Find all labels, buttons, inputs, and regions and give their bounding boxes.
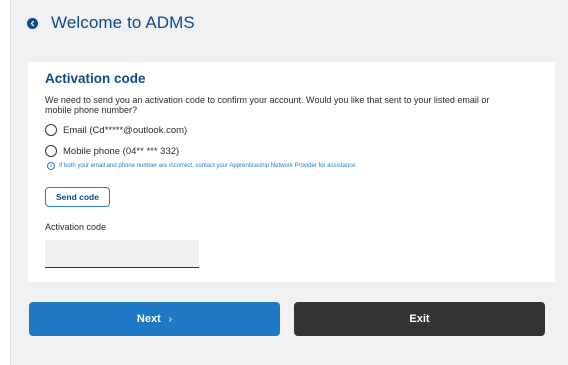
mobile-option[interactable]: Mobile phone (04** *** 332) [45, 145, 179, 157]
next-button-label: Next [136, 313, 161, 325]
card-description: We need to send you an activation code t… [45, 95, 490, 115]
mobile-option-label: Mobile phone (04** *** 332) [63, 145, 180, 157]
info-text: If both your email and phone number are … [59, 163, 358, 169]
page-header: Welcome to ADMS [27, 12, 195, 34]
card-title: Activation code [45, 71, 146, 86]
chevron-right-icon: › [168, 313, 173, 325]
next-button[interactable]: Next › [29, 302, 280, 336]
mobile-radio[interactable] [45, 145, 57, 157]
info-icon: i [47, 162, 55, 170]
activation-code-input[interactable] [45, 240, 199, 268]
send-code-button[interactable]: Send code [45, 187, 110, 207]
chevron-left-circle-icon[interactable] [27, 17, 38, 29]
activation-card: Activation code We need to send you an a… [28, 62, 555, 282]
activation-code-label: Activation code [45, 222, 107, 232]
email-option-label: Email (Cd*****@outlook.com) [63, 124, 188, 136]
email-radio[interactable] [45, 124, 57, 136]
exit-button[interactable]: Exit [294, 302, 545, 336]
info-note: i If both your email and phone number ar… [47, 162, 357, 170]
page-title: Welcome to ADMS [51, 13, 195, 32]
email-option[interactable]: Email (Cd*****@outlook.com) [45, 124, 187, 136]
